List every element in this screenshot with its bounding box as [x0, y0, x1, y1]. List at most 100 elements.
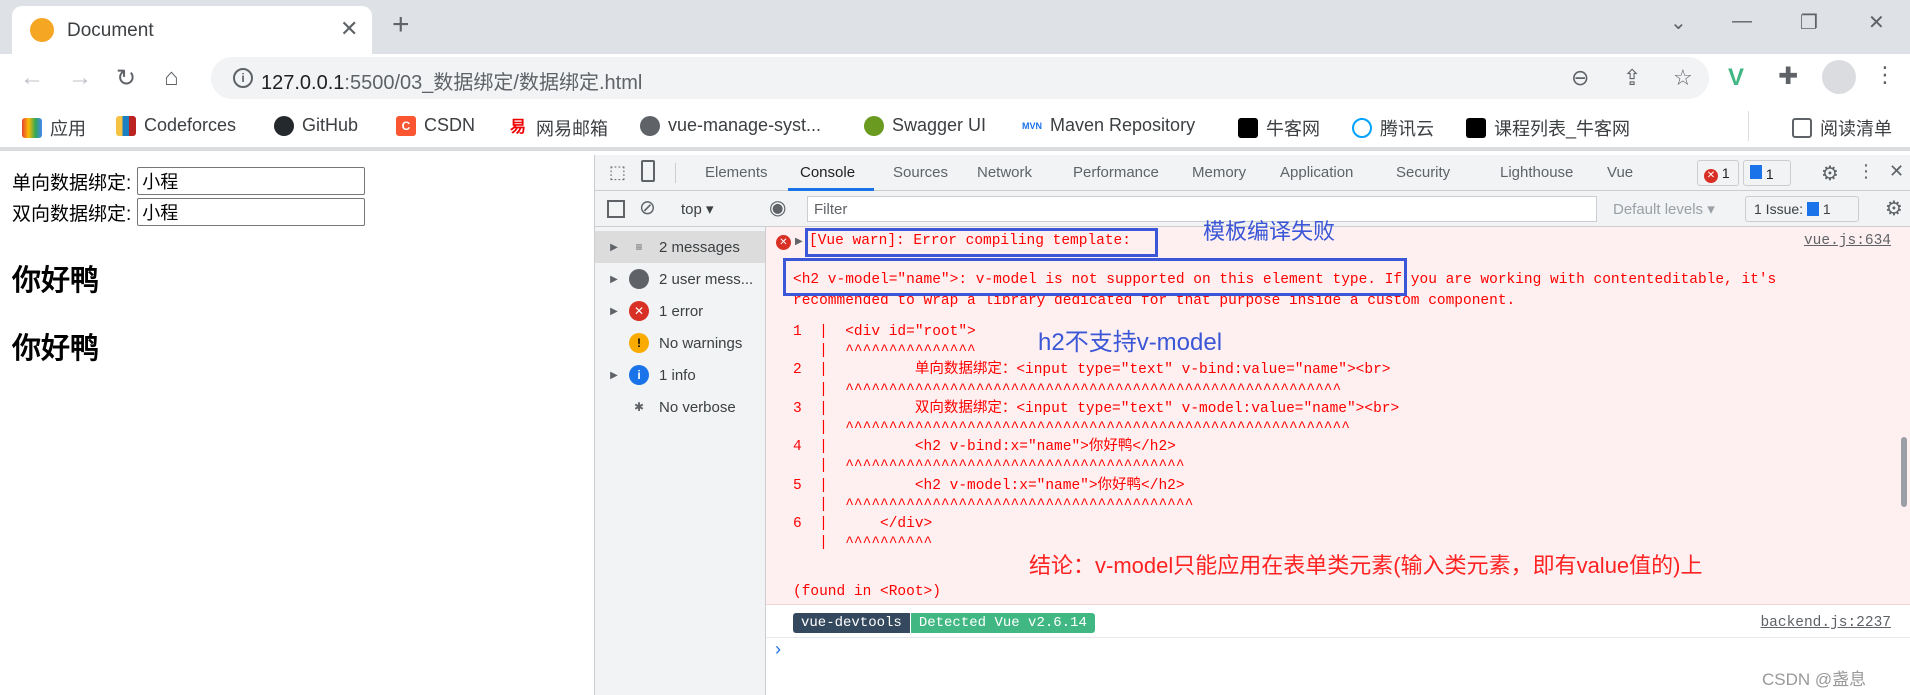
code-frame-line: | ^^^^^^^^^^^^^^^^^^^^^^^^^^^^^^^^^^^^^^…	[793, 496, 1194, 513]
badge-right: Detected Vue v2.6.14	[910, 613, 1095, 633]
tab-vue[interactable]: Vue	[1607, 164, 1633, 181]
error-count-badge[interactable]: ✕ 1	[1697, 160, 1739, 186]
vue-devtools-badge: vue-devtools Detected Vue v2.6.14	[793, 613, 1095, 633]
back-icon[interactable]: ←	[20, 64, 44, 92]
minimize-button[interactable]: —	[1732, 10, 1752, 33]
sidebar-item-user[interactable]: ▶ ● 2 user mess...	[595, 263, 765, 295]
issue-icon	[1806, 202, 1819, 216]
sidebar-item-label: 1 info	[659, 366, 696, 384]
annotation-conclusion: 结论：v-model只能应用在表单类元素(输入类元素，即有value值的)上	[1029, 553, 1703, 578]
bookmark-tencent-cloud[interactable]: 腾讯云	[1352, 115, 1434, 141]
annotation-compile-fail: 模板编译失败	[1203, 219, 1336, 244]
profile-avatar[interactable]	[1822, 60, 1856, 94]
restore-button[interactable]: ❐	[1800, 10, 1818, 35]
sidebar-item-info[interactable]: ▶ i 1 info	[595, 359, 765, 391]
filter-input[interactable]: Filter	[807, 196, 1597, 222]
settings-gear-icon[interactable]: ⚙	[1821, 161, 1839, 186]
close-devtools-icon[interactable]: ✕	[1889, 161, 1904, 182]
menu-icon[interactable]: ⋮	[1874, 62, 1896, 88]
reading-list-button[interactable]: 阅读清单	[1792, 115, 1892, 141]
message-count: 1	[1765, 166, 1774, 182]
tab-sources[interactable]: Sources	[893, 164, 948, 181]
code-frame-line: 4 | <h2 v-bind:x="name">你好鸭</h2>	[793, 439, 1176, 456]
swagger-icon	[864, 115, 884, 136]
zoom-out-icon[interactable]: ⊖	[1571, 65, 1589, 91]
new-tab-button[interactable]: +	[392, 8, 410, 42]
one-way-label: 单向数据绑定:	[12, 172, 132, 194]
reload-icon[interactable]: ↻	[116, 64, 136, 93]
bookmark-label: CSDN	[424, 115, 476, 135]
vue-extension-icon[interactable]: V	[1728, 64, 1744, 92]
home-icon[interactable]: ⌂	[164, 64, 179, 92]
device-toolbar-icon[interactable]	[641, 160, 655, 182]
netease-mail-icon: 易	[509, 119, 526, 136]
annotation-h2: h2不支持v-model	[1038, 329, 1223, 356]
tab-console[interactable]: Console	[800, 164, 855, 181]
warning-icon: !	[629, 333, 649, 353]
bookmark-apps[interactable]: 应用	[22, 115, 86, 141]
badge-left: vue-devtools	[793, 613, 910, 633]
extensions-icon[interactable]: ✚	[1778, 62, 1798, 91]
maven-icon: MVN	[1022, 120, 1042, 131]
browser-tab[interactable]: Document ✕	[12, 6, 372, 54]
one-way-row: 单向数据绑定:	[12, 167, 366, 195]
source-link-vue[interactable]: vue.js:634	[1804, 233, 1891, 249]
message-count-badge[interactable]: 1	[1743, 160, 1791, 186]
heading-1: 你好鸭	[12, 265, 100, 297]
code-frame-line: 6 | </div>	[793, 516, 933, 533]
bookmark-star-icon[interactable]: ☆	[1673, 65, 1693, 91]
sidebar-item-bug[interactable]: ✱ No verbose	[595, 391, 765, 423]
share-icon[interactable]: ⇪	[1623, 65, 1641, 91]
tab-application[interactable]: Application	[1280, 164, 1353, 181]
sidebar-toggle-icon[interactable]	[607, 200, 625, 218]
url-text: 127.0.0.1:5500/03_数据绑定/数据绑定.html	[261, 66, 642, 95]
address-bar[interactable]: i 127.0.0.1:5500/03_数据绑定/数据绑定.html ⊖ ⇪ ☆	[211, 57, 1709, 99]
bookmark-course-list[interactable]: 课程列表_牛客网	[1466, 115, 1630, 141]
code-frame: 1 | <div id="root"> | ^^^^^^^^^^^^^^^ 2 |…	[793, 323, 1399, 553]
source-link-backend[interactable]: backend.js:2237	[1760, 615, 1891, 631]
console-prompt-input[interactable]: ›	[775, 639, 781, 660]
site-info-icon[interactable]: i	[233, 68, 253, 88]
sidebar-item-list[interactable]: ▶ ≡ 2 messages	[595, 231, 765, 263]
code-frame-line: | ^^^^^^^^^^^^^^^^^^^^^^^^^^^^^^^^^^^^^^…	[793, 420, 1350, 437]
clear-console-icon[interactable]: ⊘	[639, 195, 656, 220]
tab-security[interactable]: Security	[1396, 164, 1450, 181]
bookmark-netease[interactable]: 易网易邮箱	[508, 115, 608, 141]
tab-title: Document	[67, 20, 154, 41]
tab-performance[interactable]: Performance	[1073, 164, 1159, 181]
two-way-input[interactable]	[137, 198, 366, 226]
console-settings-icon[interactable]: ⚙	[1885, 196, 1903, 221]
bookmark-github[interactable]: GitHub	[274, 115, 358, 136]
sidebar-item-warning[interactable]: ! No warnings	[595, 327, 765, 359]
inspect-element-icon[interactable]: ⬚	[609, 162, 626, 183]
bookmark-maven[interactable]: MVN Maven Repository	[1022, 115, 1195, 136]
tab-network[interactable]: Network	[977, 164, 1032, 181]
bookmark-vue-manage[interactable]: vue-manage-syst...	[640, 115, 821, 136]
bookmark-csdn[interactable]: C CSDN	[396, 115, 475, 136]
apps-grid-icon	[22, 118, 42, 138]
issues-button[interactable]: 1 Issue: 1	[1745, 196, 1859, 222]
one-way-input[interactable]	[137, 167, 366, 195]
info-icon: i	[629, 365, 649, 385]
more-options-icon[interactable]: ⋮	[1857, 161, 1875, 182]
tab-lighthouse[interactable]: Lighthouse	[1500, 164, 1573, 181]
live-expression-eye-icon[interactable]: ◉	[769, 195, 786, 220]
tab-memory[interactable]: Memory	[1192, 164, 1246, 181]
csdn-icon: C	[396, 115, 416, 136]
sidebar-item-error[interactable]: ▶ ✕ 1 error	[595, 295, 765, 327]
log-levels-dropdown[interactable]: Default levels ▾	[1613, 200, 1715, 218]
context-selector[interactable]: top ▾	[681, 200, 714, 218]
close-window-button[interactable]: ✕	[1868, 10, 1885, 35]
scrollbar[interactable]	[1901, 437, 1907, 507]
github-icon	[274, 115, 294, 136]
error-icon: ✕	[776, 235, 791, 250]
bookmark-nowcoder[interactable]: 牛客网	[1238, 115, 1320, 141]
expand-triangle-icon[interactable]: ▶	[795, 236, 803, 247]
close-tab-icon[interactable]: ✕	[340, 16, 358, 42]
tab-elements[interactable]: Elements	[705, 164, 768, 181]
bookmark-codeforces[interactable]: Codeforces	[116, 115, 236, 136]
tab-search-icon[interactable]: ⌄	[1670, 10, 1687, 35]
bookmark-swagger[interactable]: Swagger UI	[864, 115, 986, 136]
forward-icon[interactable]: →	[68, 64, 92, 92]
watermark: CSDN @盏息	[1762, 670, 1867, 689]
